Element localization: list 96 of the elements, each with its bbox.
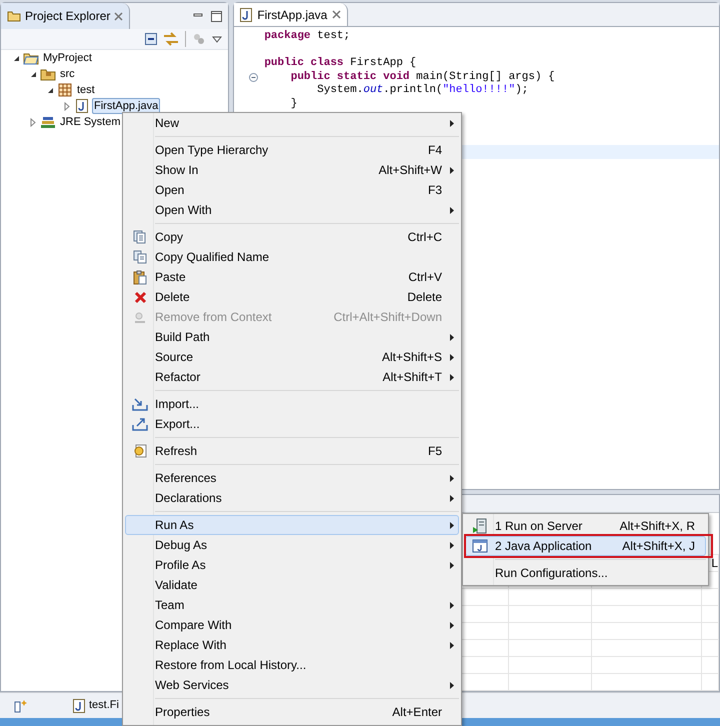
export-icon <box>132 417 148 431</box>
menu-item[interactable]: 2 Java Application Alt+Shift+X, J <box>465 536 706 556</box>
submenu-arrow-icon <box>450 542 454 548</box>
menu-item[interactable]: References <box>125 468 459 488</box>
tree-item[interactable]: src <box>58 66 77 82</box>
folder-icon <box>7 10 21 22</box>
maximize-icon[interactable] <box>211 10 222 22</box>
menu-item[interactable]: Team <box>125 595 459 615</box>
menu-item[interactable]: Copy Qualified Name <box>125 247 459 267</box>
menu-item[interactable]: Build Path <box>125 327 459 347</box>
menu-item[interactable]: Export... <box>125 414 459 434</box>
dropdown-icon[interactable] <box>212 36 222 42</box>
submenu-arrow-icon <box>450 602 454 608</box>
menu-item[interactable]: 1 Run on Server Alt+Shift+X, R <box>465 516 706 536</box>
import-icon <box>132 397 148 411</box>
menu-item[interactable]: Import... <box>125 394 459 414</box>
menu-item[interactable]: Source Alt+Shift+S <box>125 347 459 367</box>
menu-item[interactable]: Declarations <box>125 488 459 508</box>
collapse-all-icon[interactable] <box>145 33 158 45</box>
table-cell <box>702 623 719 640</box>
tree-item[interactable]: JRE System <box>58 114 123 130</box>
menu-item[interactable]: Properties Alt+Enter <box>125 702 459 722</box>
delete-icon <box>134 290 146 304</box>
close-icon[interactable] <box>332 10 342 19</box>
submenu-arrow-icon <box>450 374 454 380</box>
submenu-arrow-icon <box>450 120 454 126</box>
copy-icon <box>133 250 147 264</box>
menu-item[interactable]: Refresh F5 <box>125 441 459 461</box>
menu-item[interactable]: Show In Alt+Shift+W <box>125 160 459 180</box>
submenu-arrow-icon <box>450 494 454 502</box>
menu-item[interactable]: Debug As <box>125 535 459 555</box>
submenu-arrow-icon <box>450 682 454 688</box>
refresh-icon <box>133 444 147 458</box>
code-line: public static void main(String[] args) { <box>290 70 555 84</box>
new-view-icon[interactable] <box>14 698 28 712</box>
menu-item[interactable]: Profile As <box>125 555 459 575</box>
menu-item[interactable]: Web Services <box>125 675 459 695</box>
java-file-icon <box>240 8 252 22</box>
code-line: package test; <box>264 30 350 44</box>
code-line: } <box>290 98 298 111</box>
link-arrows-icon[interactable] <box>163 32 180 46</box>
copy-icon <box>133 230 147 244</box>
menu-item[interactable]: Open With <box>125 200 459 220</box>
submenu-arrow-icon <box>450 354 454 360</box>
expanded-triangle-icon[interactable] <box>30 70 36 78</box>
submenu-arrow-icon <box>450 166 454 174</box>
menu-item[interactable]: Validate <box>125 575 459 595</box>
code-line: public class FirstApp { <box>264 57 416 70</box>
table-cell <box>702 589 719 606</box>
menu-item[interactable]: New <box>125 113 459 133</box>
java-file-icon <box>76 99 88 113</box>
menu-item[interactable]: Open Type Hierarchy F4 <box>125 140 459 160</box>
submenu-arrow-icon <box>450 206 454 214</box>
menu-item[interactable]: Delete Delete <box>125 287 459 307</box>
clipboard-icon <box>133 270 147 284</box>
collapsed-triangle-icon[interactable] <box>64 102 70 110</box>
tab-title: FirstApp.java <box>257 6 328 24</box>
menu-item[interactable]: Copy Ctrl+C <box>125 227 459 247</box>
tree-item[interactable]: test <box>75 82 97 98</box>
java-file-icon <box>73 698 85 712</box>
menu-item[interactable]: Compare With <box>125 615 459 635</box>
menu-item[interactable]: Open F3 <box>125 180 459 200</box>
menu-item[interactable]: Run As <box>125 515 459 535</box>
menu-item[interactable]: Restore from Local History... <box>125 655 459 675</box>
code-line: System.out.println("hello!!!!"); <box>316 84 528 98</box>
menu-item[interactable]: Paste Ctrl+V <box>125 267 459 287</box>
menu-item[interactable]: Refactor Alt+Shift+T <box>125 367 459 387</box>
view-tab[interactable]: Project Explorer <box>1 3 130 29</box>
submenu-arrow-icon <box>450 522 454 528</box>
close-icon[interactable] <box>114 12 124 20</box>
collapsed-triangle-icon[interactable] <box>30 118 36 126</box>
table-cell <box>702 640 719 657</box>
folder-icon <box>23 51 39 65</box>
submenu-arrow-icon <box>450 562 454 568</box>
books-icon <box>40 115 56 129</box>
package-icon <box>58 83 72 97</box>
editor-tab[interactable]: FirstApp.java <box>234 3 348 26</box>
fold-icon[interactable] <box>249 72 258 82</box>
table-cell <box>702 674 719 691</box>
tab-title: Project Explorer <box>25 8 110 25</box>
table-cell <box>702 606 719 623</box>
table-cell <box>702 657 719 674</box>
expanded-triangle-icon[interactable] <box>12 54 20 62</box>
submenu-arrow-icon <box>450 622 454 628</box>
tree-item[interactable]: MyProject <box>41 50 94 66</box>
window-icon <box>472 539 488 553</box>
menu-item[interactable]: Replace With <box>125 635 459 655</box>
minimized-editor-label[interactable]: test.Fi <box>89 697 119 714</box>
tree-item[interactable]: FirstApp.java <box>92 98 160 114</box>
submenu-arrow-icon <box>450 642 454 648</box>
submenu-arrow-icon <box>450 474 454 482</box>
remove-icon <box>133 310 147 324</box>
submenu-arrow-icon <box>450 334 454 340</box>
folder-icon <box>40 67 56 81</box>
expanded-triangle-icon[interactable] <box>46 86 54 94</box>
server-icon <box>472 518 488 534</box>
